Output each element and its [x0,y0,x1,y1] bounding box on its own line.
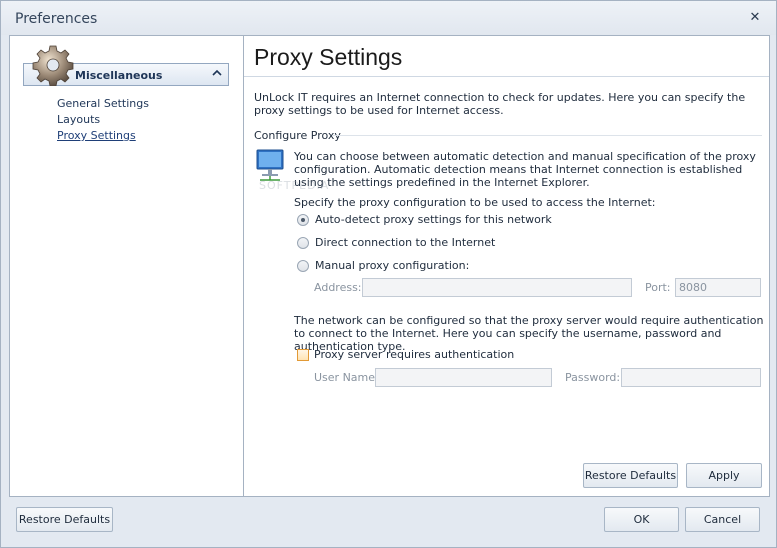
divider [332,135,762,136]
address-input[interactable] [362,278,632,297]
sidebar-item-layouts[interactable]: Layouts [57,113,100,126]
sidebar-item-general-settings[interactable]: General Settings [57,97,149,110]
radio-label: Manual proxy configuration: [315,259,470,272]
port-input[interactable] [675,278,761,297]
section-label-configure-proxy: Configure Proxy [254,129,341,142]
radio-auto-detect[interactable]: Auto-detect proxy settings for this netw… [297,213,552,226]
proxy-description: You can choose between automatic detecti… [294,150,756,189]
preferences-window: Preferences ✕ Miscellaneous General Sett… [0,0,777,548]
radio-label: Auto-detect proxy settings for this netw… [315,213,552,226]
password-input[interactable] [621,368,761,387]
gear-icon [32,45,74,86]
title-bar: Preferences ✕ [1,1,776,35]
username-input[interactable] [375,368,552,387]
address-label: Address: [314,281,362,294]
specify-label: Specify the proxy configuration to be us… [294,196,656,209]
radio-manual-proxy[interactable]: Manual proxy configuration: [297,259,469,272]
radio-direct-connection[interactable]: Direct connection to the Internet [297,236,495,249]
radio-button[interactable] [297,213,309,226]
intro-text: UnLock IT requires an Internet connectio… [254,91,746,117]
cancel-button[interactable]: Cancel [685,507,760,532]
page-title: Proxy Settings [254,44,403,70]
radio-label: Direct connection to the Internet [315,236,496,249]
auth-checkbox-label: Proxy server requires authentication [314,348,515,361]
main-panel: Proxy Settings UnLock IT requires an Int… [243,35,770,497]
auth-checkbox[interactable] [297,348,309,361]
sidebar-item-proxy-settings[interactable]: Proxy Settings [57,129,136,142]
network-monitor-icon [256,149,284,181]
chevron-up-icon[interactable] [212,68,222,78]
close-icon[interactable]: ✕ [748,11,762,25]
auth-checkbox-row[interactable]: Proxy server requires authentication [297,348,514,361]
username-label: User Name: [314,371,379,384]
radio-button[interactable] [297,259,309,272]
sidebar: Miscellaneous General Settings Layouts P… [9,35,243,497]
ok-button[interactable]: OK [604,507,679,532]
apply-button[interactable]: Apply [686,463,762,488]
restore-defaults-button[interactable]: Restore Defaults [583,463,678,488]
radio-button[interactable] [297,236,309,249]
password-label: Password: [565,371,621,384]
divider [244,76,769,77]
footer-restore-defaults-button[interactable]: Restore Defaults [16,507,113,532]
window-title: Preferences [15,11,98,27]
port-label: Port: [645,281,671,294]
group-label: Miscellaneous [75,69,163,82]
